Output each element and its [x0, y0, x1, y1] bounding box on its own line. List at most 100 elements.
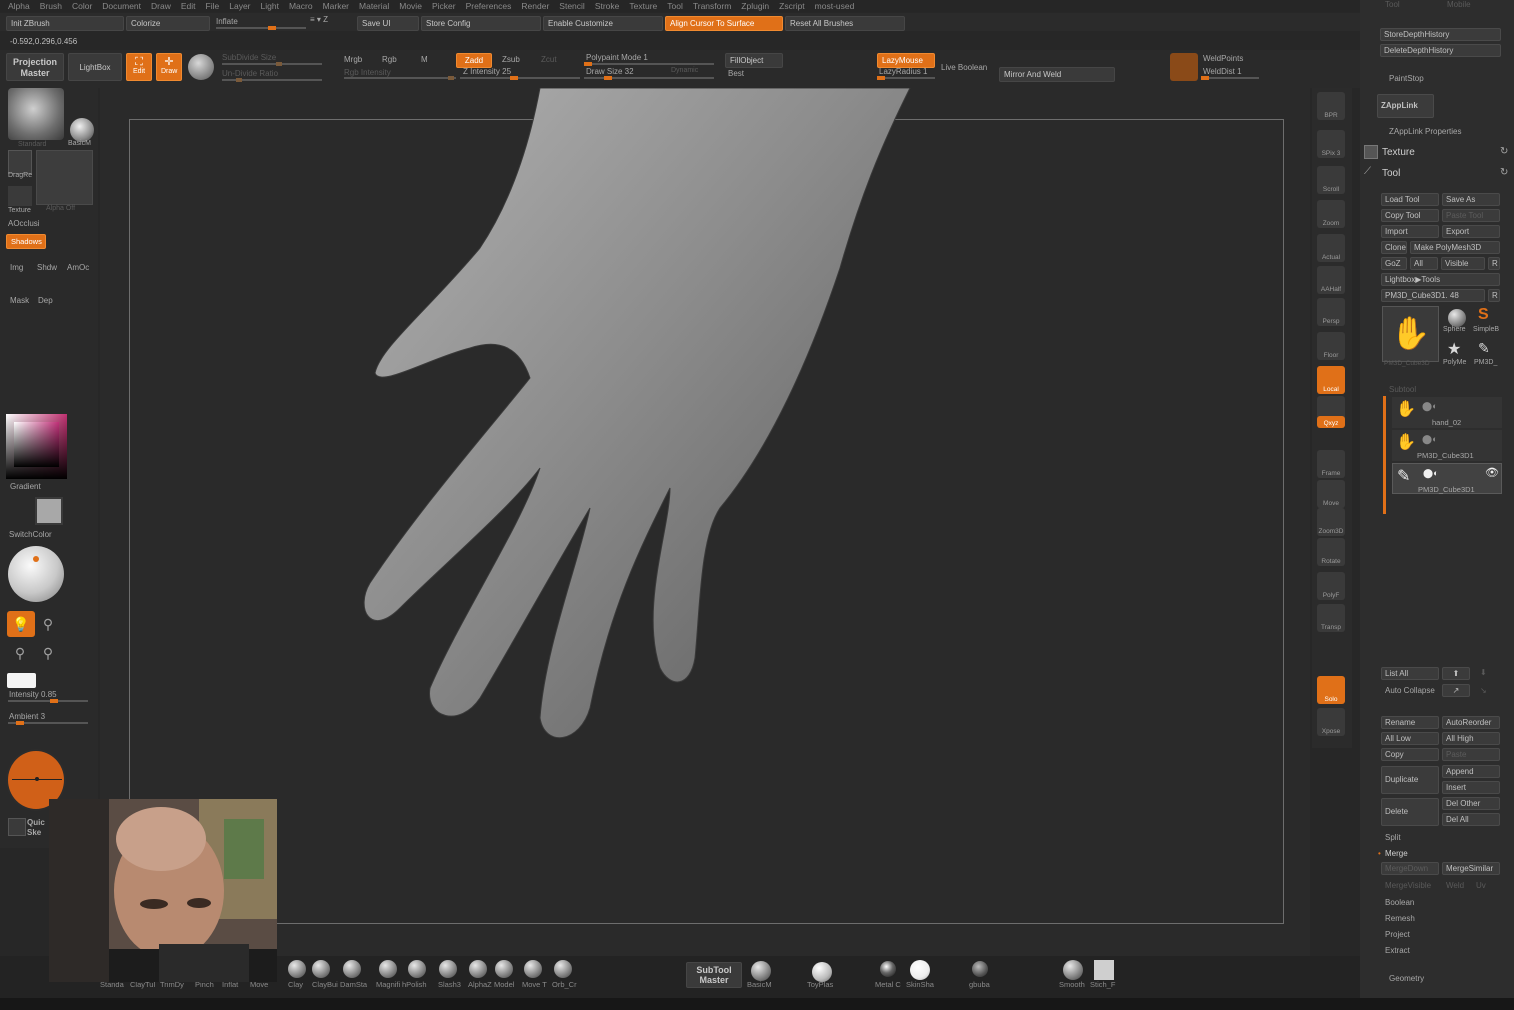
- shelf-floor-button[interactable]: Floor: [1317, 332, 1345, 360]
- light-color-swatch[interactable]: [7, 673, 36, 688]
- arrow-up-icon[interactable]: ⬆: [1442, 667, 1470, 680]
- shelf-zoom3d-button[interactable]: Zoom3D: [1317, 508, 1345, 536]
- stitch-brush-icon[interactable]: [1094, 960, 1114, 980]
- hand-model[interactable]: [340, 88, 920, 748]
- subtool-header[interactable]: Subtool: [1389, 385, 1416, 394]
- copy-button[interactable]: Copy: [1381, 748, 1439, 761]
- brush-label-damsta[interactable]: DamSta: [340, 980, 367, 989]
- brush-3-icon[interactable]: [379, 960, 397, 978]
- enable-customize-button[interactable]: Enable Customize: [543, 16, 663, 31]
- zsub-button[interactable]: Zsub: [502, 55, 520, 64]
- texture-menu-title[interactable]: Texture: [1382, 147, 1415, 158]
- brush-8-icon[interactable]: [524, 960, 542, 978]
- brush-label-slash3[interactable]: Slash3: [438, 980, 461, 989]
- brush-label-hpolish[interactable]: hPolish: [402, 980, 427, 989]
- menu-item-alpha[interactable]: Alpha: [8, 1, 30, 11]
- export-button[interactable]: Export: [1442, 225, 1500, 238]
- skin-shader-icon[interactable]: [910, 960, 930, 980]
- m-toggle[interactable]: M: [421, 55, 428, 64]
- brush-label-model[interactable]: Model: [494, 980, 514, 989]
- rgb-intensity-slider[interactable]: [344, 76, 456, 80]
- brush-5-icon[interactable]: [439, 960, 457, 978]
- polymesh-star-icon[interactable]: ★: [1447, 339, 1461, 359]
- current-tool-slider[interactable]: PM3D_Cube3D1. 48: [1381, 289, 1485, 302]
- brush-thumbnail[interactable]: [8, 88, 64, 140]
- menu-item-color[interactable]: Color: [72, 1, 92, 11]
- all-low-button[interactable]: All Low: [1381, 732, 1439, 745]
- project-section[interactable]: Project: [1385, 930, 1410, 939]
- undivide-ratio-slider[interactable]: [222, 78, 322, 82]
- ambient-slider[interactable]: [8, 721, 88, 725]
- toy-plastic-icon[interactable]: [812, 962, 832, 982]
- shelf-qxyz-button[interactable]: Qxyz: [1317, 416, 1345, 428]
- load-tool-button[interactable]: Load Tool: [1381, 193, 1439, 206]
- store-depth-history-button[interactable]: StoreDepthHistory: [1380, 28, 1501, 41]
- zadd-button[interactable]: Zadd: [456, 53, 492, 68]
- subtool-toggle-icon[interactable]: ⬤◐: [1422, 434, 1438, 445]
- menu-item-stroke[interactable]: Stroke: [595, 1, 620, 11]
- shelf-rotate-button[interactable]: Rotate: [1317, 538, 1345, 566]
- insert-button[interactable]: Insert: [1442, 781, 1500, 794]
- mrgb-toggle[interactable]: Mrgb: [344, 55, 362, 64]
- img-toggle[interactable]: Img: [10, 263, 23, 272]
- menu-item-brush[interactable]: Brush: [40, 1, 62, 11]
- brush-4-icon[interactable]: [408, 960, 426, 978]
- store-config-button[interactable]: Store Config: [421, 16, 541, 31]
- uv-button[interactable]: Uv: [1476, 881, 1486, 890]
- subtool-scrollbar[interactable]: [1383, 396, 1386, 514]
- paste-tool-button[interactable]: Paste Tool: [1442, 209, 1500, 222]
- menu-item-draw[interactable]: Draw: [151, 1, 171, 11]
- auto-reorder-button[interactable]: AutoReorder: [1442, 716, 1500, 729]
- metal-material-icon[interactable]: [880, 961, 896, 977]
- draw-size-slider[interactable]: [584, 76, 714, 80]
- save-ui-button[interactable]: Save UI: [357, 16, 419, 31]
- auto-collapse-button[interactable]: Auto Collapse: [1385, 686, 1435, 695]
- light-bulb-icon-3[interactable]: ⚲: [10, 645, 30, 667]
- smooth-brush-icon[interactable]: [1063, 960, 1083, 980]
- brush-6-icon[interactable]: [469, 960, 487, 978]
- shelf-persp-button[interactable]: Persp: [1317, 298, 1345, 326]
- z-intensity-slider[interactable]: [460, 76, 580, 80]
- import-button[interactable]: Import: [1381, 225, 1439, 238]
- brush-label-move-t[interactable]: Move T: [522, 980, 547, 989]
- brush-label-orb-cr[interactable]: Orb_Cr: [552, 980, 577, 989]
- paintstop-label[interactable]: PaintStop: [1389, 74, 1424, 83]
- hand-tool-thumbnail[interactable]: ✋: [1382, 306, 1439, 362]
- quick-sketch-label[interactable]: Quic Ske: [27, 818, 45, 838]
- reset-brushes-button[interactable]: Reset All Brushes: [785, 16, 905, 31]
- save-as-button[interactable]: Save As: [1442, 193, 1500, 206]
- simple-brush-icon[interactable]: S: [1478, 306, 1489, 324]
- zcut-button[interactable]: Zcut: [541, 55, 557, 64]
- aocclusion-label[interactable]: AOcclusi: [8, 219, 40, 228]
- basic-material-icon[interactable]: [751, 961, 771, 981]
- menu-item-edit[interactable]: Edit: [181, 1, 196, 11]
- dynamic-toggle[interactable]: Dynamic: [671, 67, 698, 74]
- clone-button[interactable]: Clone: [1381, 241, 1407, 254]
- texture-refresh-icon[interactable]: ↻: [1500, 146, 1508, 157]
- menu-item-tool[interactable]: Tool: [667, 1, 683, 11]
- lightbox-tools-button[interactable]: Lightbox▶Tools: [1381, 273, 1500, 286]
- align-cursor-button[interactable]: Align Cursor To Surface: [665, 16, 783, 31]
- basic-material-icon[interactable]: [70, 118, 94, 142]
- inflate-controls[interactable]: ≡ ▾ Z: [310, 15, 328, 24]
- shelf-aahalf-button[interactable]: AAHalf: [1317, 266, 1345, 294]
- menu-item-zplugin[interactable]: Zplugin: [741, 1, 769, 11]
- brush-0-icon[interactable]: [288, 960, 306, 978]
- del-other-button[interactable]: Del Other: [1442, 797, 1500, 810]
- menu-item-material[interactable]: Material: [359, 1, 389, 11]
- append-button[interactable]: Append: [1442, 765, 1500, 778]
- weld-icon[interactable]: [1170, 53, 1198, 81]
- shelf-move-button[interactable]: Move: [1317, 480, 1345, 508]
- subdivide-size-slider[interactable]: [222, 62, 322, 66]
- split-section[interactable]: Split: [1385, 833, 1401, 842]
- switch-color-button[interactable]: SwitchColor: [9, 530, 52, 539]
- delete-depth-history-button[interactable]: DeleteDepthHistory: [1380, 44, 1501, 57]
- brush-2-icon[interactable]: [343, 960, 361, 978]
- goz-button[interactable]: GoZ: [1381, 257, 1407, 270]
- projection-master-button[interactable]: Projection Master: [6, 53, 64, 81]
- shelf-actual-button[interactable]: Actual: [1317, 234, 1345, 262]
- shdw-toggle[interactable]: Shdw: [37, 263, 57, 272]
- quick-sketch-icon[interactable]: [8, 818, 26, 836]
- gbuba-icon[interactable]: [972, 961, 988, 977]
- mirror-weld-button[interactable]: Mirror And Weld: [999, 67, 1115, 82]
